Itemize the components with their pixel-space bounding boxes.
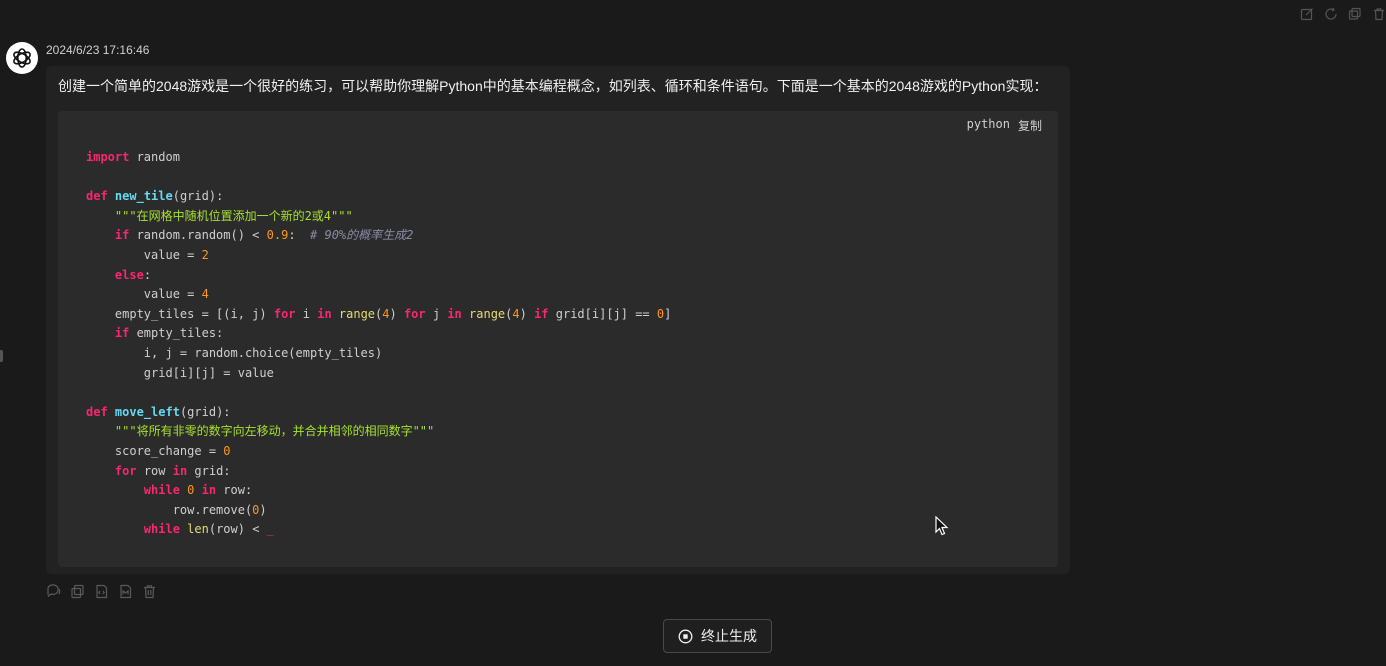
delete-icon[interactable] [142, 584, 157, 599]
code-language: python [966, 117, 1010, 131]
docstring: """在网格中随机位置添加一个新的2或4""" [114, 208, 353, 223]
stop-generation-button[interactable]: 终止生成 [663, 619, 772, 653]
side-panel-handle[interactable] [0, 350, 3, 362]
mouse-pointer-icon [935, 516, 949, 536]
code-icon[interactable] [94, 584, 109, 599]
speak-icon[interactable] [46, 584, 61, 599]
copy-icon[interactable] [1348, 7, 1362, 21]
openai-logo-icon [13, 48, 31, 68]
code-content: import random def new_tile(grid): """在网格… [86, 150, 672, 537]
code-block: python 复制 import random def new_tile(gri… [58, 111, 1058, 567]
message-actions [46, 584, 157, 599]
refresh-icon[interactable] [1324, 7, 1338, 21]
edit-icon[interactable] [1300, 7, 1314, 21]
assistant-avatar [6, 42, 38, 74]
code-comment: # 90%的概率生成2 [310, 228, 414, 243]
code-header: python 复制 [967, 117, 1042, 134]
message-text: 创建一个简单的2048游戏是一个很好的练习，可以帮助你理解Python中的基本编… [58, 78, 1048, 94]
message-timestamp: 2024/6/23 17:16:46 [46, 43, 150, 57]
copy-code-button[interactable]: 复制 [1018, 117, 1042, 134]
copy-icon[interactable] [70, 584, 85, 599]
markdown-icon[interactable] [118, 584, 133, 599]
stop-circle-icon [678, 629, 693, 643]
stop-generation-label: 终止生成 [701, 628, 757, 644]
delete-icon[interactable] [1372, 7, 1386, 21]
docstring: """将所有非零的数字向左移动，并合并相邻的相同数字""" [114, 424, 435, 439]
top-toolbar [1300, 7, 1386, 21]
assistant-message: 创建一个简单的2048游戏是一个很好的练习，可以帮助你理解Python中的基本编… [46, 66, 1070, 574]
